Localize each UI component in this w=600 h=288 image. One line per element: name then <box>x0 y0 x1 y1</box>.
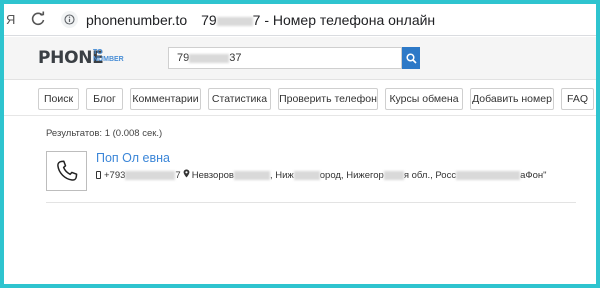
page-title-suffix: 7 - Номер телефона онлайн <box>252 12 436 28</box>
nav-item-comments[interactable]: Комментарии <box>130 88 201 110</box>
nav-item-exchange-rates[interactable]: Курсы обмена <box>385 88 463 110</box>
redacted-address-3 <box>383 170 404 180</box>
redacted-number <box>216 16 253 26</box>
address-text[interactable]: phonenumber.to 79 7 - Номер телефона онла… <box>86 12 435 28</box>
url-host: phonenumber.to <box>86 12 188 28</box>
nav-item-blog[interactable]: Блог <box>86 88 123 110</box>
site-info-icon[interactable] <box>61 11 78 28</box>
nav-item-add-number[interactable]: Добавить номер <box>470 88 554 110</box>
nav-item-search[interactable]: Поиск <box>38 88 79 110</box>
search-icon <box>405 52 417 64</box>
result-address-part-4: я обл., Росс <box>403 169 457 181</box>
search-input[interactable]: 79 37 <box>168 47 402 69</box>
mobile-phone-icon <box>96 171 101 179</box>
browser-address-bar: Я phonenumber.to 79 7 - Номер телефона он… <box>4 4 596 36</box>
result-address-part-2: , Ниж <box>269 169 294 181</box>
results-count: Результатов: 1 (0.008 сек.) <box>46 128 163 139</box>
location-pin-icon <box>183 169 190 181</box>
search-button[interactable] <box>402 47 420 69</box>
result-phone-end: 7 <box>175 169 181 181</box>
redacted-search <box>189 53 230 63</box>
result-name-link[interactable]: Поп Ол евна <box>96 151 170 165</box>
header-divider <box>4 79 596 80</box>
logo-to-number: TO NUMBER <box>93 49 124 63</box>
result-address-part-3: ород, Нижегор <box>319 169 384 181</box>
phone-handset-icon <box>56 160 77 181</box>
result-address-part-5: аФон" <box>520 169 547 181</box>
site-logo[interactable]: PHONE TO NUMBER <box>38 48 124 68</box>
logo-number: NUMBER <box>93 56 124 63</box>
screenshot-frame: Я phonenumber.to 79 7 - Номер телефона он… <box>0 0 600 288</box>
page-title-prefix: 79 <box>201 12 217 28</box>
logo-to: TO <box>93 49 103 56</box>
site-header: PHONE TO NUMBER 79 37 <box>4 37 596 79</box>
search-value-end: 37 <box>229 52 242 64</box>
result-details: +793 7 Невзоров , Ниж ород, Нижегор я об… <box>96 169 547 181</box>
reload-icon[interactable] <box>30 11 46 27</box>
nav-item-statistics[interactable]: Статистика <box>208 88 271 110</box>
redacted-address-1 <box>233 170 270 180</box>
redacted-address-4 <box>456 170 521 180</box>
search-value-start: 79 <box>177 52 190 64</box>
result-address-part-1: Невзоров <box>191 169 234 181</box>
nav-item-faq[interactable]: FAQ <box>561 88 594 110</box>
result-divider <box>46 202 576 203</box>
yandex-logo: Я <box>6 12 16 27</box>
redacted-address-2 <box>293 170 320 180</box>
nav-item-check-phone[interactable]: Проверить телефон <box>278 88 378 110</box>
redacted-phone <box>125 170 176 180</box>
phone-tile[interactable] <box>46 151 87 191</box>
nav-divider <box>4 115 596 116</box>
result-phone-start: +793 <box>104 169 126 181</box>
